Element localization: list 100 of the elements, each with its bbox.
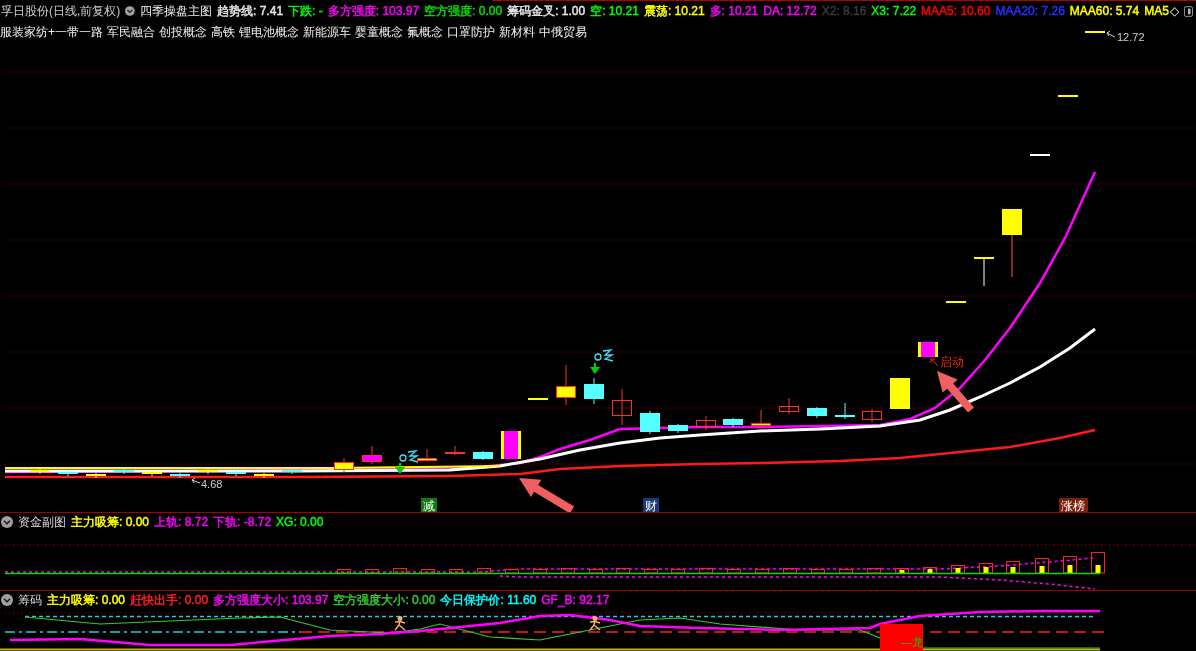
histogram-bar xyxy=(979,563,993,574)
indicator-reading: 赶快出手: 0.00 xyxy=(130,593,209,607)
candle xyxy=(751,409,771,429)
collapse-icon[interactable] xyxy=(1,594,13,606)
signal-block xyxy=(880,624,923,651)
histogram-bar xyxy=(1063,556,1077,574)
concept-tag: 婴童概念 xyxy=(355,23,403,41)
concept-tag: 服装家纺+一带一路 xyxy=(0,23,103,41)
indicator-reading: MAA20: 7.26 xyxy=(995,4,1065,18)
indicator-name[interactable]: 四季操盘主图 xyxy=(140,2,213,20)
callout-arrow xyxy=(519,478,575,512)
dropdown-icon[interactable] xyxy=(125,5,136,17)
candle xyxy=(334,457,354,473)
histogram-bar xyxy=(616,568,630,574)
histogram-bar xyxy=(533,569,547,574)
histogram-bar xyxy=(1091,552,1105,574)
histogram-bar xyxy=(644,569,658,574)
squiggle-marker-icon xyxy=(594,349,615,362)
histogram-bar xyxy=(755,569,769,574)
candle xyxy=(974,256,994,287)
candle xyxy=(417,448,437,463)
indicator-reading: 今日保护价: 11.60 xyxy=(440,593,537,607)
concept-tag: 新能源车 xyxy=(303,23,351,41)
histogram-bar xyxy=(671,569,685,574)
candle xyxy=(946,300,966,304)
callout-arrow xyxy=(937,371,974,413)
indicator-reading: GF_B: 92.17 xyxy=(541,593,610,607)
histogram-bar xyxy=(337,569,351,574)
panel-title: 资金副图 xyxy=(18,513,66,531)
concept-tag: 创投概念 xyxy=(159,23,207,41)
indicator-reading: 筹码金叉: 1.00 xyxy=(507,4,586,18)
down-arrow-icon xyxy=(590,363,600,374)
panel-toggle-icon[interactable] xyxy=(1184,4,1193,18)
panel-title: 筹码 xyxy=(18,591,42,609)
indicator-reading: 空: 10.21 xyxy=(590,4,639,18)
histogram-bar xyxy=(923,567,937,574)
indicator-reading: 震荡: 10.21 xyxy=(643,4,705,18)
histogram-bar xyxy=(727,569,741,574)
indicator-reading: DA: 12.72 xyxy=(763,4,817,18)
signal-badge: 涨榜 xyxy=(1059,498,1088,512)
running-figure-icon xyxy=(589,616,601,631)
histogram-bar xyxy=(449,569,463,574)
stock-name: 孚日股份(日线,前复权) xyxy=(1,2,121,20)
concept-tag: 高铁 xyxy=(211,23,235,41)
concept-tag: 军民融合 xyxy=(107,23,155,41)
histogram-bar xyxy=(505,569,519,574)
concept-tag: 中俄贸易 xyxy=(539,23,587,41)
histogram-bar xyxy=(783,568,797,574)
histogram-bar xyxy=(1035,558,1049,574)
candle xyxy=(668,423,688,434)
candle xyxy=(1058,94,1078,98)
candle xyxy=(696,415,716,431)
down-arrow-icon xyxy=(395,463,405,474)
concept-tag: 口罩防护 xyxy=(447,23,495,41)
leader-arrow xyxy=(191,477,201,484)
histogram-bar xyxy=(421,569,435,574)
candle xyxy=(890,377,910,410)
low-price-label: 4.68 xyxy=(201,478,223,490)
candle xyxy=(1002,208,1022,278)
signal-badge: 减 xyxy=(421,498,437,512)
candle xyxy=(584,377,604,405)
indicator-reading: X3: 7.22 xyxy=(871,4,917,18)
indicator-reading: MA5 xyxy=(1144,4,1169,18)
running-figure-icon xyxy=(394,616,406,631)
candle xyxy=(445,445,465,456)
indicator-reading: X2: 8.16 xyxy=(821,4,867,18)
concept-tag: 氟概念 xyxy=(407,23,443,41)
candle xyxy=(835,402,855,420)
histogram-bar xyxy=(951,565,965,574)
candle xyxy=(501,430,521,460)
candle xyxy=(282,468,302,475)
indicator-reading: 趋势线: 7.41 xyxy=(217,4,284,18)
candle xyxy=(528,397,548,401)
histogram-bar xyxy=(839,569,853,574)
indicator-reading: 下跌: - xyxy=(288,4,323,18)
candle xyxy=(723,417,743,428)
squiggle-marker-icon xyxy=(399,450,420,463)
indicator-reading: 空方强度: 0.00 xyxy=(424,4,503,18)
histogram-bar xyxy=(867,568,881,574)
indicator-reading: 多方强度: 103.97 xyxy=(327,4,420,18)
indicator-reading: 多: 10.21 xyxy=(709,4,759,18)
indicator-reading: 下轨: -8.72 xyxy=(213,515,272,529)
candle xyxy=(1085,30,1105,34)
histogram-bar xyxy=(393,568,407,574)
collapse-icon[interactable] xyxy=(1,516,13,528)
diamond-glyph[interactable]: ◇ xyxy=(1169,4,1180,18)
histogram-bar xyxy=(561,568,575,574)
candle xyxy=(362,445,382,465)
high-price-label: 12.72 xyxy=(1117,31,1145,43)
candle xyxy=(862,408,882,423)
indicator-reading: 空方强度大小: 0.00 xyxy=(333,593,436,607)
indicator-reading: 主力吸筹: 0.00 xyxy=(71,515,150,529)
histogram-bar xyxy=(589,569,603,574)
candle xyxy=(807,406,827,419)
histogram-bar xyxy=(699,568,713,574)
candle xyxy=(473,450,493,461)
candle xyxy=(556,364,576,406)
concept-tag: 锂电池概念 xyxy=(239,23,299,41)
candle xyxy=(1030,153,1050,157)
indicator-reading: XG: 0.00 xyxy=(276,515,324,529)
